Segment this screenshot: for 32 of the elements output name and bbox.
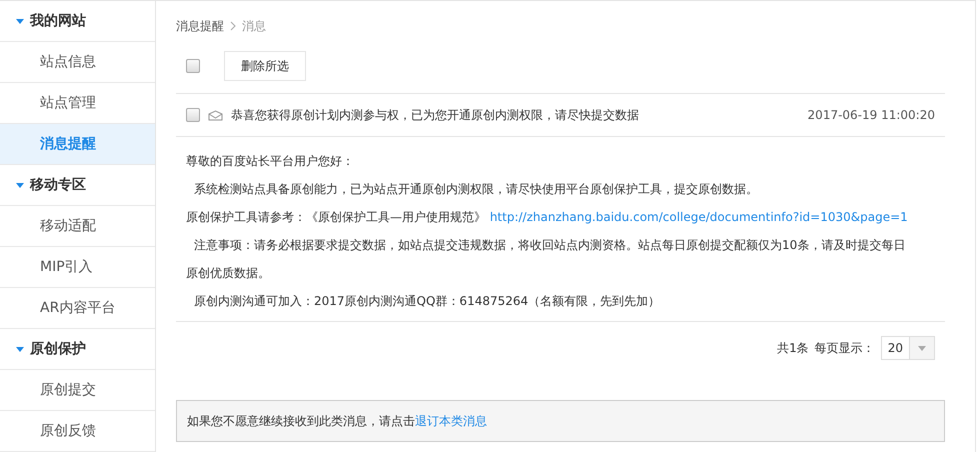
sidebar-item[interactable]: 移动适配 [0,206,155,247]
delete-selected-button[interactable]: 删除所选 [224,51,306,81]
doc-link[interactable]: http://zhanzhang.baidu.com/college/documentinfo?id=1030&page=1 [490,210,908,224]
message-paragraph: 原创保护工具请参考：《原创保护工具—用户使用规范》 http://zhanzhang.baidu.com/college/documentinfo?id=1030&page=1 [186,209,909,226]
chevron-icon [230,21,236,31]
message-paragraph: 系统检测站点具备原创能力，已为站点开通原创内测权限，请尽快使用平台原创保护工具，提交原创数据。 [193,181,759,198]
sidebar-item[interactable]: MIP引入 [0,247,155,288]
caret-icon [16,182,24,188]
total-count: 共1条 [777,340,809,356]
message-paragraph: 原创内测沟通可加入：2017原创内测沟通QQ群：614875264（名额有限，先到先加） [193,293,662,310]
caret-icon [16,18,24,24]
caret-icon [918,346,926,350]
caret-icon [16,346,24,352]
message-checkbox[interactable] [186,108,200,122]
sidebar-item[interactable]: 原创反馈 [0,411,155,452]
breadcrumb-link[interactable]: 消息提醒 [176,18,224,34]
sidebar-group-header[interactable]: 移动专区 [0,165,155,206]
message-time: 2017-06-19 11:00:20 [808,108,935,122]
per-page-label: 每页显示： [814,340,875,356]
sidebar-item[interactable]: AR内容平台 [0,288,155,329]
message-subject[interactable]: 恭喜您获得原创计划内测参与权，已为您开通原创内测权限，请尽快提交数据 [231,106,800,124]
sidebar-group-header[interactable]: 原创保护 [0,329,155,370]
envelope-icon [208,110,223,120]
message-paragraph: 尊敬的百度站长平台用户您好： [186,153,355,170]
unsubscribe-notice: 如果您不愿意继续接收到此类消息，请点击退订本类消息 [176,400,945,442]
sidebar-item[interactable]: 原创提交 [0,370,155,411]
select-all-checkbox[interactable] [186,59,200,73]
breadcrumb-current: 消息 [242,18,266,34]
sidebar-group-header[interactable]: 我的网站 [0,1,155,42]
per-page-select[interactable]: 20 [880,336,935,360]
message-paragraph: 注意事项：请务必根据要求提交数据，如站点提交违规数据，将收回站点内测资格。站点每日原创提交配额仅为10条，请及时提交每日原创优质数据。 [186,237,906,282]
sidebar-item[interactable]: 站点信息 [0,42,155,83]
